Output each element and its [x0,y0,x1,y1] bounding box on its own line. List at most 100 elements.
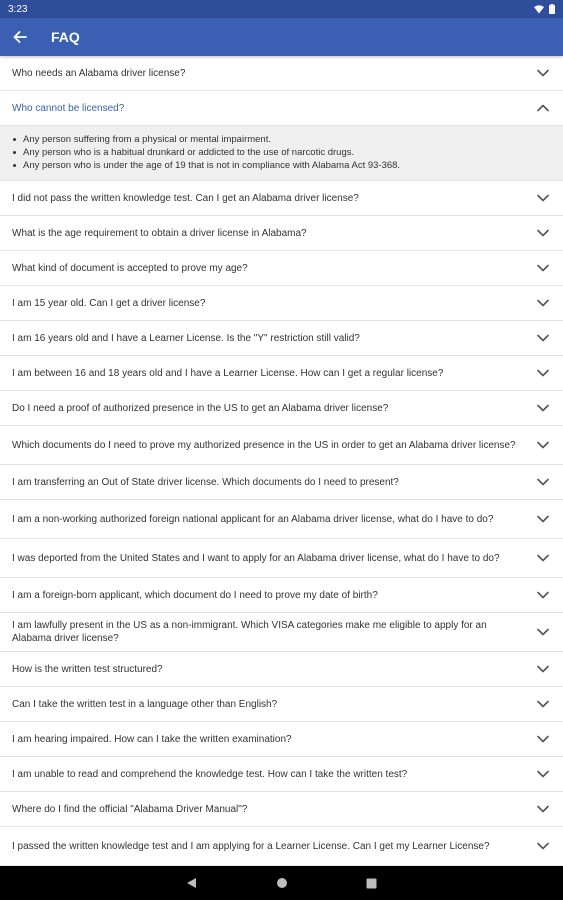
nav-home-button[interactable] [275,876,289,890]
faq-item: I am a foreign-born applicant, which doc… [0,578,563,613]
faq-question-row[interactable]: Who cannot be licensed? [0,91,563,125]
faq-question-row[interactable]: I am unable to read and comprehend the k… [0,757,563,791]
faq-question-row[interactable]: I am a non-working authorized foreign na… [0,500,563,538]
expand-toggle[interactable] [536,66,550,80]
expand-toggle[interactable] [536,261,550,275]
faq-question-row[interactable]: What kind of document is accepted to pro… [0,251,563,285]
system-nav-bar [0,866,563,900]
faq-item: Who needs an Alabama driver license? [0,56,563,91]
chevron-up-icon [537,104,549,112]
faq-question-row[interactable]: Where do I find the official "Alabama Dr… [0,792,563,826]
page-title: FAQ [51,29,80,45]
faq-question-text: I am lawfully present in the US as a non… [12,620,487,644]
expand-toggle[interactable] [536,226,550,240]
faq-item: Do I need a proof of authorized presence… [0,391,563,426]
faq-item: I am transferring an Out of State driver… [0,465,563,500]
expand-toggle[interactable] [536,191,550,205]
expand-toggle[interactable] [536,331,550,345]
faq-question-text: What is the age requirement to obtain a … [12,227,307,239]
nav-recents-button[interactable] [365,876,379,890]
expand-toggle[interactable] [536,697,550,711]
app-bar: FAQ [0,18,563,56]
collapse-toggle[interactable] [536,101,550,115]
faq-question-row[interactable]: What is the age requirement to obtain a … [0,216,563,250]
faq-question-text: I am transferring an Out of State driver… [12,476,399,488]
expand-toggle[interactable] [536,401,550,415]
faq-question-row[interactable]: I am between 16 and 18 years old and I h… [0,356,563,390]
faq-question-row[interactable]: I was deported from the United States an… [0,539,563,577]
faq-item: I am hearing impaired. How can I take th… [0,722,563,757]
back-button[interactable] [0,18,40,56]
expand-toggle[interactable] [536,551,550,565]
faq-item: Who cannot be licensed? Any person suffer… [0,91,563,181]
expand-toggle[interactable] [536,438,550,452]
faq-item: How is the written test structured? [0,652,563,687]
faq-question-text: Who needs an Alabama driver license? [12,67,186,79]
faq-question-text: Which documents do I need to prove my au… [12,439,516,451]
faq-question-row[interactable]: Who needs an Alabama driver license? [0,56,563,90]
faq-question-text: What kind of document is accepted to pro… [12,262,248,274]
expand-toggle[interactable] [536,588,550,602]
chevron-down-icon [537,842,549,850]
faq-question-text: I am unable to read and comprehend the k… [12,768,408,780]
faq-question-row[interactable]: I did not pass the written knowledge tes… [0,181,563,215]
chevron-down-icon [537,404,549,412]
faq-question-text: I am hearing impaired. How can I take th… [12,733,292,745]
faq-question-row[interactable]: Can I take the written test in a languag… [0,687,563,721]
faq-question-row[interactable]: Do I need a proof of authorized presence… [0,391,563,425]
status-icons [534,4,555,14]
chevron-down-icon [537,554,549,562]
expand-toggle[interactable] [536,802,550,816]
faq-question-row[interactable]: I am 15 year old. Can I get a driver lic… [0,286,563,320]
triangle-back-icon [187,878,196,888]
chevron-down-icon [537,591,549,599]
faq-item: I did not pass the written knowledge tes… [0,181,563,216]
chevron-down-icon [537,805,549,813]
expand-toggle[interactable] [536,475,550,489]
faq-item: Can I take the written test in a languag… [0,687,563,722]
expand-toggle[interactable] [536,296,550,310]
expand-toggle[interactable] [536,512,550,526]
expand-toggle[interactable] [536,839,550,853]
faq-question-text: I am 15 year old. Can I get a driver lic… [12,297,206,309]
faq-item: Which documents do I need to prove my au… [0,426,563,465]
status-bar: 3:23 [0,0,563,18]
faq-question-row[interactable]: Which documents do I need to prove my au… [0,426,563,464]
chevron-down-icon [537,69,549,77]
faq-question-text: Can I take the written test in a languag… [12,698,278,710]
faq-item: What kind of document is accepted to pro… [0,251,563,286]
faq-question-row[interactable]: I am hearing impaired. How can I take th… [0,722,563,756]
faq-question-text: I did not pass the written knowledge tes… [12,192,359,204]
chevron-down-icon [537,334,549,342]
faq-question-row[interactable]: I am a foreign-born applicant, which doc… [0,578,563,612]
faq-question-row[interactable]: I am transferring an Out of State driver… [0,465,563,499]
nav-back-button[interactable] [185,876,199,890]
faq-item: I am unable to read and comprehend the k… [0,757,563,792]
faq-question-row[interactable]: I am lawfully present in the US as a non… [0,613,563,651]
chevron-down-icon [537,700,549,708]
expand-toggle[interactable] [536,625,550,639]
faq-question-text: How is the written test structured? [12,663,163,675]
arrow-left-icon [13,31,27,43]
answer-bullet: Any person suffering from a physical or … [12,133,551,146]
faq-question-row[interactable]: I am 16 years old and I have a Learner L… [0,321,563,355]
faq-list[interactable]: Who needs an Alabama driver license? Who … [0,56,563,866]
expand-toggle[interactable] [536,366,550,380]
expand-toggle[interactable] [536,732,550,746]
faq-item: I am lawfully present in the US as a non… [0,613,563,652]
chevron-down-icon [537,478,549,486]
faq-question-row[interactable]: I passed the written knowledge test and … [0,827,563,865]
faq-item: What is the age requirement to obtain a … [0,216,563,251]
chevron-down-icon [537,441,549,449]
expand-toggle[interactable] [536,662,550,676]
chevron-down-icon [537,299,549,307]
faq-item: Where do I find the official "Alabama Dr… [0,792,563,827]
faq-item: I am between 16 and 18 years old and I h… [0,356,563,391]
expand-toggle[interactable] [536,767,550,781]
battery-icon [549,4,555,14]
answer-list: Any person suffering from a physical or … [12,133,551,172]
faq-question-row[interactable]: How is the written test structured? [0,652,563,686]
faq-answer: Any person suffering from a physical or … [0,125,563,180]
chevron-down-icon [537,369,549,377]
faq-question-text: Do I need a proof of authorized presence… [12,402,389,414]
